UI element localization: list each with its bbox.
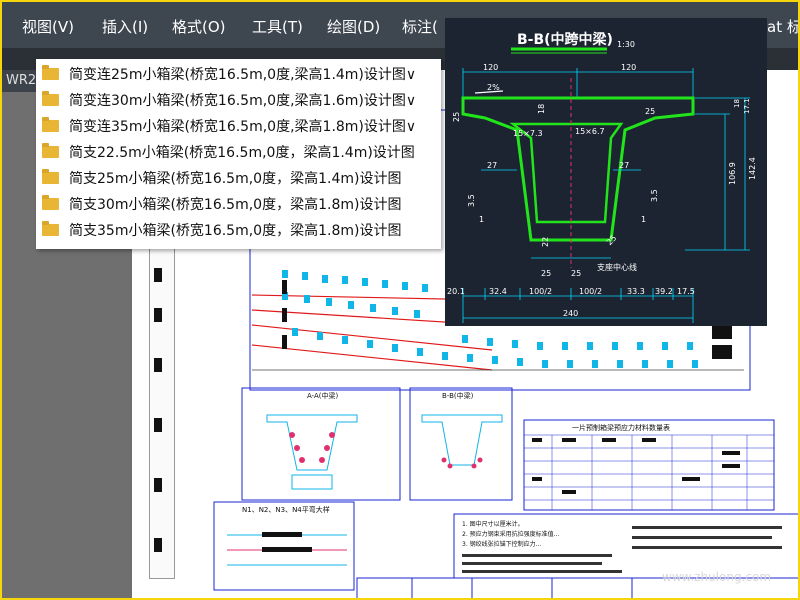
- folder-icon: [42, 65, 59, 80]
- dim-27a: 27: [487, 161, 497, 170]
- folder-item[interactable]: 简支30m小箱梁(桥宽16.5m,0度，梁高1.8m)设计图: [42, 191, 401, 217]
- total-width: 240: [563, 309, 578, 318]
- folder-item[interactable]: 简变连25m小箱梁(桥宽16.5m,0度,梁高1.4m)设计图∨: [42, 61, 416, 87]
- dim-25a: 25: [452, 112, 461, 122]
- watermark: www.zhulong.com: [662, 570, 772, 584]
- folder-item[interactable]: 简支35m小箱梁(桥宽16.5m,0度，梁高1.8m)设计图: [42, 217, 401, 243]
- height-inner: 106.9: [728, 162, 737, 185]
- folder-item[interactable]: 简变连35m小箱梁(桥宽16.5m,0度,梁高1.8m)设计图∨: [42, 113, 416, 139]
- ratio-right-1: 1: [641, 215, 646, 224]
- folder-icon: [42, 169, 59, 184]
- folder-icon: [42, 91, 59, 106]
- menu-format[interactable]: 格式(O): [172, 16, 226, 37]
- dim-25-bottom-2: 25: [571, 269, 581, 278]
- note-1: 1. 图中尺寸以厘米计。: [462, 520, 524, 528]
- box-girder-section: B-B(中跨中梁) 1:30 120 120 2% 15×7.3 15×6.7 …: [447, 31, 757, 323]
- folder-list-panel: 简变连25m小箱梁(桥宽16.5m,0度,梁高1.4m)设计图∨ 简变连30m小…: [36, 59, 441, 249]
- bottom-dim-2: 32.4: [489, 287, 507, 296]
- menu-view[interactable]: 视图(V): [22, 16, 74, 37]
- support-center-line: 支座中心线: [597, 262, 637, 272]
- table-title: 一片预制箱梁预应力材料数量表: [572, 423, 670, 432]
- section-scale: 1:30: [617, 40, 635, 49]
- dim-25-bottom: 25: [541, 269, 551, 278]
- menu-dimension[interactable]: 标注(: [402, 16, 438, 37]
- folder-icon: [42, 143, 59, 158]
- note-3: 3. 钢绞线张拉锚下控制应力...: [462, 540, 541, 548]
- cad-section-view[interactable]: B-B(中跨中梁) 1:30 120 120 2% 15×7.3 15×6.7 …: [445, 18, 767, 326]
- dim-22: 22: [541, 237, 550, 247]
- folder-name: 简支30m小箱梁(桥宽16.5m,0度，梁高1.8m)设计图: [69, 197, 402, 213]
- ratio-right: 3.5: [650, 189, 659, 202]
- bottom-dim-4: 100/2: [579, 287, 602, 296]
- dim-18: 18: [537, 104, 546, 114]
- folder-icon: [42, 117, 59, 132]
- bottom-dim-3: 100/2: [529, 287, 552, 296]
- ratio-left-1: 1: [479, 215, 484, 224]
- dim-top-right: 120: [621, 63, 636, 72]
- screen-frame: 视图(V) 插入(I) 格式(O) 工具(T) 绘图(D) 标注( at 标 W…: [0, 0, 800, 600]
- ratio-left: 3.5: [467, 194, 476, 207]
- folder-name: 简支35m小箱梁(桥宽16.5m,0度，梁高1.8m)设计图: [69, 223, 402, 239]
- bottom-dim-6: 39.2: [655, 287, 673, 296]
- folder-name: 简支25m小箱梁(桥宽16.5m,0度，梁高1.4m)设计图: [69, 171, 402, 187]
- menu-insert[interactable]: 插入(I): [102, 16, 148, 37]
- folder-item[interactable]: 简变连30m小箱梁(桥宽16.5m,0度,梁高1.6m)设计图∨: [42, 87, 416, 113]
- dim-27b: 27: [619, 161, 629, 170]
- bottom-dim-7: 17.5: [677, 287, 695, 296]
- section-title: B-B(中跨中梁): [517, 31, 613, 48]
- folder-item[interactable]: 简支25m小箱梁(桥宽16.5m,0度，梁高1.4m)设计图: [42, 165, 401, 191]
- dim-slope: 2%: [487, 83, 500, 92]
- height-small-1: 18: [733, 99, 741, 108]
- folder-name: 简支22.5m小箱梁(桥宽16.5m,0度，梁高1.4m)设计图: [69, 145, 415, 161]
- note-2: 2. 预应力钢束采用抗拉强度标准值...: [462, 530, 559, 538]
- height-total: 142.4: [748, 157, 757, 180]
- chamfer-left: 15×7.3: [513, 129, 543, 138]
- folder-icon: [42, 221, 59, 236]
- height-small-2: 17.1: [743, 98, 751, 114]
- folder-name: 简变连30m小箱梁(桥宽16.5m,0度,梁高1.6m)设计图∨: [69, 93, 417, 109]
- menu-extra[interactable]: at 标: [767, 16, 798, 37]
- chamfer-right: 15×6.7: [575, 127, 605, 136]
- folder-name: 简变连35m小箱梁(桥宽16.5m,0度,梁高1.8m)设计图∨: [69, 119, 417, 135]
- dim-25b: 25: [645, 107, 655, 116]
- menu-tools[interactable]: 工具(T): [252, 16, 303, 37]
- section-bb-label: B-B(中梁): [442, 391, 474, 400]
- folder-name: 简变连25m小箱梁(桥宽16.5m,0度,梁高1.4m)设计图∨: [69, 67, 417, 83]
- bottom-dim-5: 33.3: [627, 287, 645, 296]
- folder-icon: [42, 195, 59, 210]
- dim-25r: 25: [605, 234, 619, 248]
- bottom-dim-1: 20.1: [447, 287, 465, 296]
- section-aa-label: A-A(中梁): [307, 391, 339, 400]
- legend-strip: [149, 247, 175, 579]
- plan-detail-label: N1、N2、N3、N4平弯大样: [242, 505, 330, 514]
- menu-draw[interactable]: 绘图(D): [327, 16, 380, 37]
- dim-top-left: 120: [483, 63, 498, 72]
- folder-item[interactable]: 简支22.5m小箱梁(桥宽16.5m,0度，梁高1.4m)设计图: [42, 139, 415, 165]
